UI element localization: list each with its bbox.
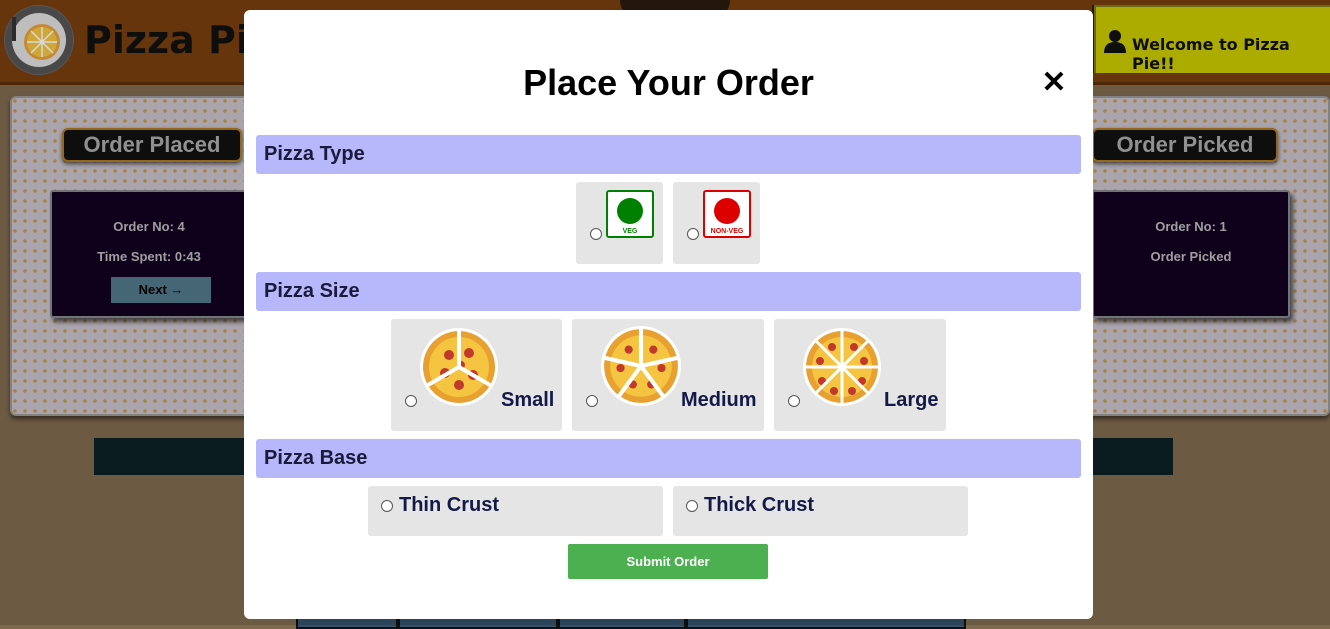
- thick-crust-label: Thick Crust: [704, 494, 815, 516]
- pizza-medium-icon: [601, 326, 681, 406]
- size-medium-label: Medium: [681, 389, 757, 411]
- veg-radio[interactable]: [590, 228, 602, 240]
- pizza-base-header: Pizza Base: [256, 439, 1081, 478]
- thick-crust-radio[interactable]: [686, 500, 698, 512]
- veg-icon: VEG: [606, 190, 654, 238]
- size-medium-radio[interactable]: [586, 395, 598, 407]
- size-large-radio[interactable]: [788, 395, 800, 407]
- pizza-type-header: Pizza Type: [256, 135, 1081, 174]
- size-large-label: Large: [884, 389, 939, 411]
- size-small-label: Small: [501, 389, 555, 411]
- non-veg-label: NON-VEG: [711, 228, 744, 235]
- close-icon[interactable]: ✕: [1039, 66, 1069, 100]
- size-medium-option[interactable]: Medium: [572, 319, 764, 431]
- thin-crust-label: Thin Crust: [399, 494, 499, 516]
- non-veg-option[interactable]: NON-VEG: [673, 182, 760, 264]
- submit-order-button[interactable]: Submit Order: [568, 544, 768, 579]
- thin-crust-radio[interactable]: [381, 500, 393, 512]
- pizza-large-icon: [803, 328, 881, 406]
- veg-label: VEG: [623, 228, 638, 235]
- modal-title: Place Your Order: [523, 62, 814, 103]
- thick-crust-option[interactable]: Thick Crust: [673, 486, 968, 536]
- veg-option[interactable]: VEG: [576, 182, 663, 264]
- order-modal: Place Your Order ✕ Pizza Type VEG NON-VE…: [244, 10, 1093, 619]
- size-small-radio[interactable]: [405, 395, 417, 407]
- non-veg-icon: NON-VEG: [703, 190, 751, 238]
- pizza-size-header: Pizza Size: [256, 272, 1081, 311]
- size-large-option[interactable]: Large: [774, 319, 946, 431]
- thin-crust-option[interactable]: Thin Crust: [368, 486, 663, 536]
- pizza-small-icon: [420, 328, 498, 406]
- non-veg-radio[interactable]: [687, 228, 699, 240]
- size-small-option[interactable]: Small: [391, 319, 562, 431]
